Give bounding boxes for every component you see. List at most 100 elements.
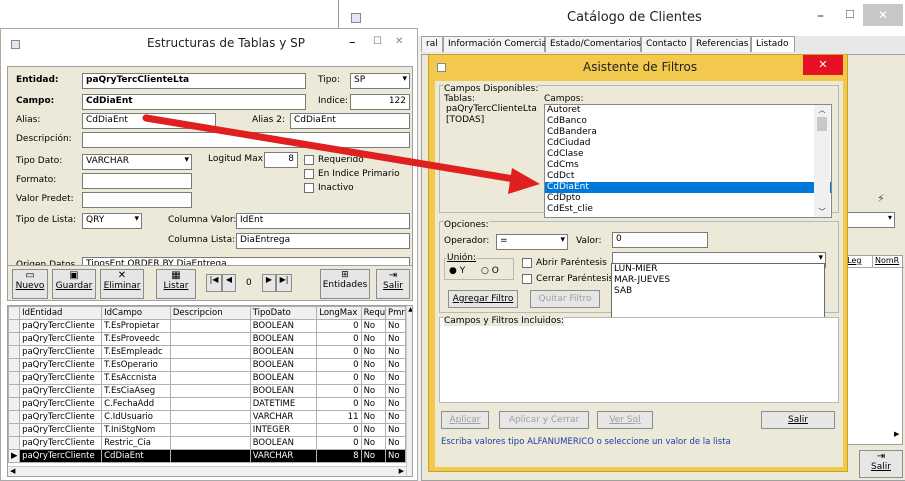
table-cell[interactable]: paQryTercCliente: [19, 449, 103, 463]
table-cell[interactable]: No: [360, 410, 386, 424]
union-y-radio[interactable]: ● Y: [449, 266, 465, 276]
collista-field[interactable]: DiaEntrega: [236, 233, 410, 249]
struct-salir-button[interactable]: ⇥ Salir: [376, 269, 410, 299]
tab-listado[interactable]: Listado: [751, 36, 795, 52]
table-cell[interactable]: paQryTercCliente: [19, 436, 103, 450]
ver-sql-button[interactable]: Ver Sql: [597, 411, 653, 429]
campos-list-item[interactable]: Autoret: [545, 105, 831, 116]
table-cell[interactable]: No: [384, 358, 407, 372]
table-row[interactable]: paQryTercCliente T.IniStgNom INTEGER 0 No No: [8, 423, 407, 437]
table-cell[interactable]: paQryTercCliente: [19, 397, 103, 411]
table-cell[interactable]: paQryTercCliente: [19, 384, 103, 398]
table-cell[interactable]: No: [360, 436, 386, 450]
nav-last-button[interactable]: ▶|: [276, 274, 292, 292]
table-cell[interactable]: 0: [316, 319, 362, 333]
struct-minimize-button[interactable]: –: [349, 35, 356, 50]
col-header-descripcion[interactable]: Descripcion: [169, 306, 251, 320]
abrir-parentesis-checkbox[interactable]: [522, 258, 532, 268]
close-button[interactable]: ✕: [863, 4, 903, 26]
tipo-select[interactable]: SP ▾: [350, 73, 410, 89]
table-cell[interactable]: [169, 423, 251, 437]
table-cell[interactable]: No: [360, 449, 386, 463]
table-cell[interactable]: 0: [316, 384, 362, 398]
table-cell[interactable]: T.EsAccnista: [101, 371, 171, 385]
table-cell[interactable]: [169, 371, 251, 385]
table-row[interactable]: paQryTercCliente T.EsCiaAseg BOOLEAN 0 No No: [8, 384, 407, 398]
row-indicator[interactable]: [8, 332, 21, 346]
table-cell[interactable]: paQryTercCliente: [19, 358, 103, 372]
table-cell[interactable]: C.FechaAdd: [101, 397, 171, 411]
table-cell[interactable]: BOOLEAN: [249, 332, 318, 346]
tipodato-select[interactable]: VARCHAR ▾: [82, 154, 192, 170]
tab-general[interactable]: ral: [421, 36, 443, 52]
col-header-idcampo[interactable]: IdCampo: [101, 306, 171, 320]
table-cell[interactable]: [169, 410, 251, 424]
struct-maximize-button[interactable]: ☐: [373, 36, 382, 47]
table-cell[interactable]: paQryTercCliente: [19, 319, 103, 333]
row-indicator[interactable]: [8, 371, 21, 385]
inactivo-checkbox[interactable]: [304, 183, 314, 193]
table-cell[interactable]: paQryTercCliente: [19, 371, 103, 385]
table-cell[interactable]: No: [360, 384, 386, 398]
nuevo-button[interactable]: ▭ Nuevo: [12, 269, 48, 299]
col-header-requerido[interactable]: Requeri: [360, 306, 386, 320]
indice-primario-checkbox[interactable]: [304, 169, 314, 179]
campos-list-item[interactable]: CdBanco: [545, 116, 831, 127]
colvalor-field[interactable]: IdEnt: [236, 213, 410, 229]
entidad-field[interactable]: paQryTercClienteLta: [82, 73, 306, 89]
table-row[interactable]: paQryTercCliente C.FechaAdd DATETIME 0 No No: [8, 397, 407, 411]
table-row[interactable]: paQryTercCliente T.EsAccnista BOOLEAN 0 No No: [8, 371, 407, 385]
dropdown-option[interactable]: SAB: [612, 286, 824, 297]
row-indicator[interactable]: ▶: [8, 449, 21, 463]
table-cell[interactable]: No: [360, 397, 386, 411]
table-cell[interactable]: No: [360, 319, 386, 333]
catalog-grid-scroll-arrow[interactable]: ▶: [894, 430, 899, 438]
nav-first-button[interactable]: |◀: [206, 274, 222, 292]
row-indicator[interactable]: [8, 345, 21, 359]
table-cell[interactable]: T.EsProveedc: [101, 332, 171, 346]
grid-horizontal-scrollbar[interactable]: ◀ ▶: [8, 466, 406, 476]
table-cell[interactable]: 0: [316, 436, 362, 450]
row-indicator[interactable]: [8, 384, 21, 398]
table-cell[interactable]: paQryTercCliente: [19, 410, 103, 424]
table-cell[interactable]: [169, 449, 251, 463]
row-indicator[interactable]: [8, 397, 21, 411]
tab-informacion-comercial[interactable]: Información Comercial: [443, 36, 549, 52]
table-cell[interactable]: T.EsCiaAseg: [101, 384, 171, 398]
table-cell[interactable]: paQryTercCliente: [19, 423, 103, 437]
campos-list-item[interactable]: CdCms: [545, 160, 831, 171]
tab-contacto[interactable]: Contacto: [641, 36, 691, 52]
table-cell[interactable]: No: [384, 319, 407, 333]
campos-list-item[interactable]: CdBandera: [545, 127, 831, 138]
filter-salir-button[interactable]: Salir: [761, 411, 835, 429]
table-cell[interactable]: CdDiaEnt: [101, 449, 171, 463]
scroll-down-arrow[interactable]: ﹀: [814, 207, 830, 217]
aplicar-cerrar-button[interactable]: Aplicar y Cerrar: [499, 411, 589, 429]
filter-magic-icon[interactable]: ⚡: [877, 192, 893, 206]
formato-field[interactable]: [82, 173, 192, 189]
table-cell[interactable]: [169, 345, 251, 359]
table-cell[interactable]: paQryTercCliente: [19, 332, 103, 346]
struct-close-button[interactable]: ✕: [395, 36, 403, 47]
campos-list-item[interactable]: CdDct: [545, 171, 831, 182]
tab-referencias[interactable]: Referencias: [691, 36, 751, 52]
table-cell[interactable]: T.EsPropietar: [101, 319, 171, 333]
table-cell[interactable]: T.EsOperario: [101, 358, 171, 372]
table-row[interactable]: paQryTercCliente T.EsOperario BOOLEAN 0 No No: [8, 358, 407, 372]
table-cell[interactable]: 0: [316, 345, 362, 359]
table-cell[interactable]: No: [384, 332, 407, 346]
dropdown-option[interactable]: LUN-MIER: [612, 264, 824, 275]
campos-list-item[interactable]: CdDiaEnt: [545, 182, 831, 193]
catalog-salir-button[interactable]: ⇥ Salir: [859, 450, 903, 478]
table-row[interactable]: paQryTercCliente T.EsProveedc BOOLEAN 0 No No: [8, 332, 407, 346]
table-row[interactable]: paQryTercCliente Restric_Cia BOOLEAN 0 No No: [8, 436, 407, 450]
row-indicator[interactable]: [8, 410, 21, 424]
tablas-list[interactable]: paQryTercClienteLta [TODAS]: [444, 104, 540, 214]
requerido-checkbox[interactable]: [304, 155, 314, 165]
table-cell[interactable]: T.EsEmpleadc: [101, 345, 171, 359]
table-cell[interactable]: BOOLEAN: [249, 358, 318, 372]
table-cell[interactable]: No: [384, 423, 407, 437]
guardar-button[interactable]: ▣ Guardar: [52, 269, 96, 299]
table-cell[interactable]: INTEGER: [249, 423, 318, 437]
table-cell[interactable]: 0: [316, 371, 362, 385]
